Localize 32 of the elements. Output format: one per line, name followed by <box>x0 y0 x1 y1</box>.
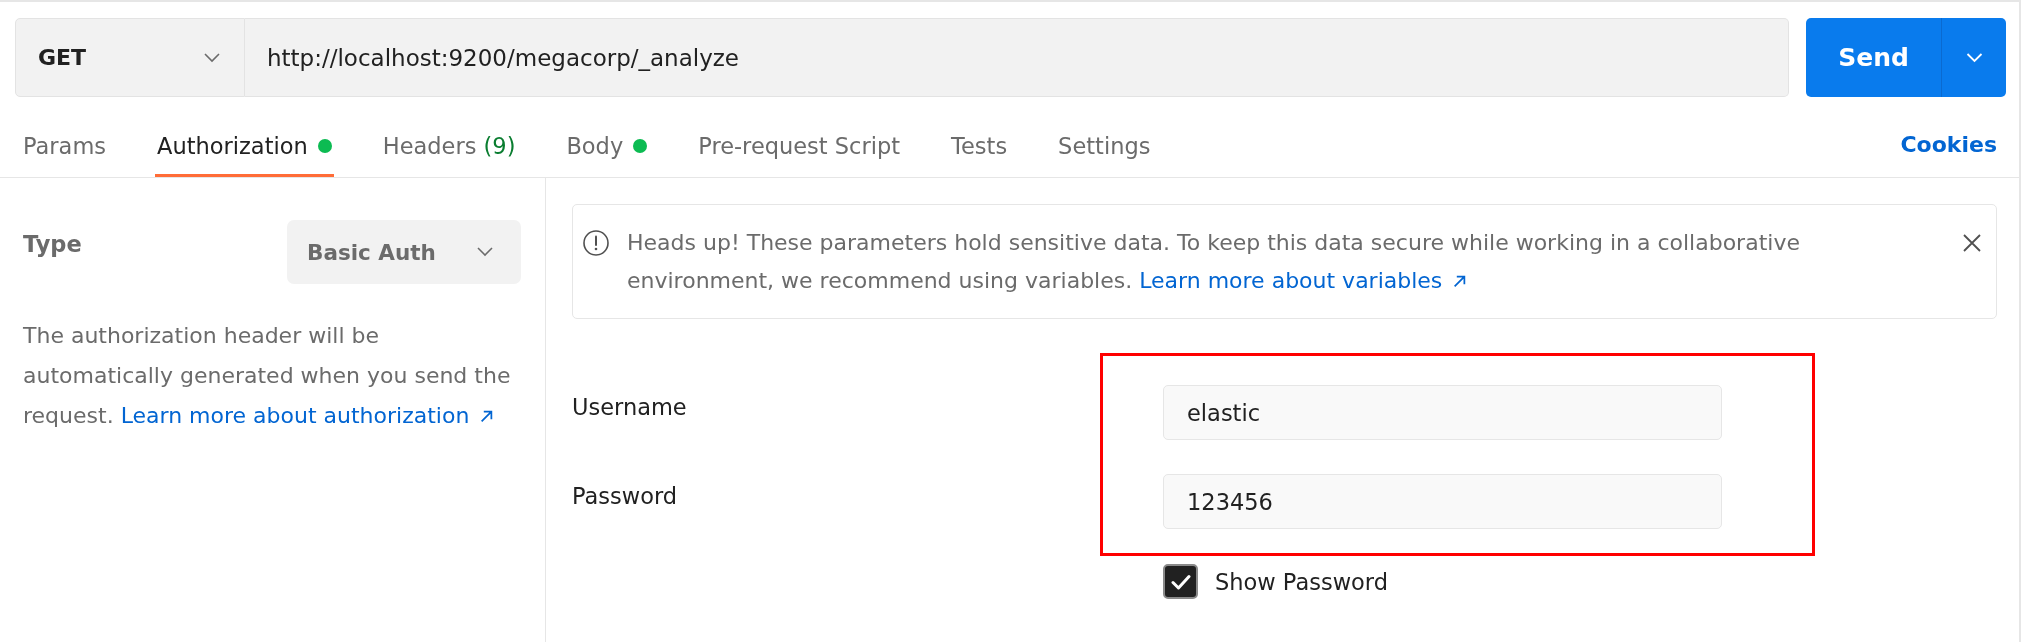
username-field[interactable]: elastic <box>1163 385 1722 440</box>
close-icon <box>1962 233 1982 253</box>
tab[interactable]: Settings <box>1056 121 1153 177</box>
chevron-down-icon <box>477 247 493 257</box>
field-label: Username <box>572 393 688 422</box>
field-label: Password <box>572 482 679 511</box>
exclamation-circle-icon <box>583 230 609 256</box>
diagonal-arrow-icon <box>480 410 494 423</box>
url-field[interactable]: http://localhost:9200/megacorp/_analyze <box>245 18 1789 97</box>
auth-type-dropdown[interactable]: Basic Auth <box>287 220 521 284</box>
learn-more-link[interactable]: Learn more about authorization <box>120 403 494 428</box>
tab[interactable]: Pre-request Script <box>696 121 903 177</box>
show-password-checkbox[interactable] <box>1163 564 1198 599</box>
cookies-link[interactable]: Cookies <box>1900 121 1997 177</box>
caret-icon <box>1965 52 1983 63</box>
variables-link[interactable]: Learn more about variables <box>1139 268 1467 293</box>
tab[interactable]: Tests <box>949 121 1010 177</box>
tab[interactable]: Authorization <box>155 121 334 177</box>
checkmark-icon <box>1170 573 1191 590</box>
tab[interactable]: Body <box>564 121 650 177</box>
alert-message: Heads up! These parameters hold sensitive data. To keep this data secure while working in a collaborative environment, we recommend using variables. Learn more about variables <box>627 229 1801 295</box>
checkbox-label[interactable]: Show Password <box>1215 566 1388 597</box>
tab[interactable]: Params <box>21 121 109 177</box>
diagonal-arrow-icon <box>1453 275 1467 288</box>
chevron-down-icon <box>204 52 220 63</box>
password-field[interactable]: 123456 <box>1163 474 1722 529</box>
type-label: Type <box>23 230 82 259</box>
send-button[interactable]: Send <box>1806 18 1941 97</box>
auth-description: The authorization header will be automatically generated when you send the request. Learn more about authorization <box>23 322 512 430</box>
close-button[interactable] <box>1962 233 1982 253</box>
method-dropdown[interactable]: GET <box>15 18 245 97</box>
tab[interactable]: Headers (9) <box>380 121 518 177</box>
